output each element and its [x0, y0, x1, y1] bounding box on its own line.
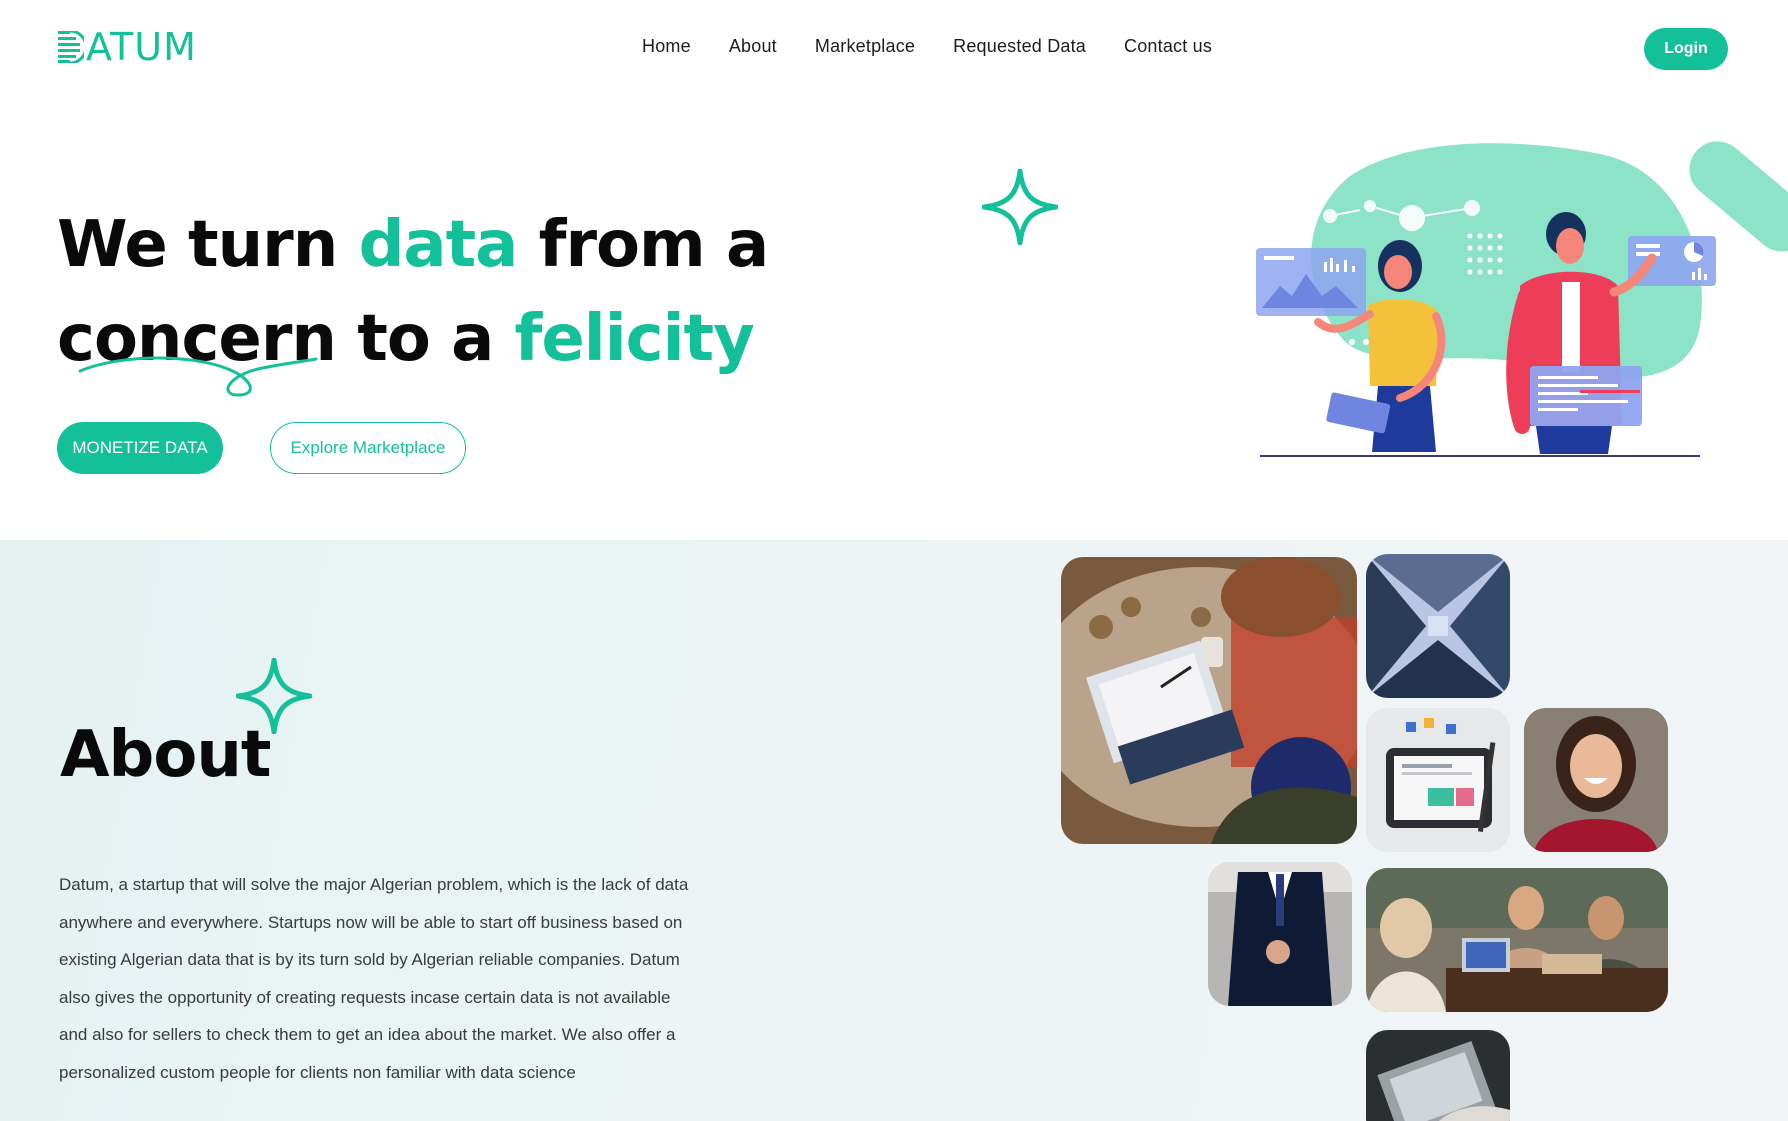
about-line: anywhere and everywhere. Startups now wi… [59, 912, 683, 932]
monetize-data-button[interactable]: MONETIZE DATA [57, 422, 223, 474]
photo-skyscrapers [1366, 554, 1510, 698]
nav-contact-us[interactable]: Contact us [1124, 36, 1212, 57]
nav-about[interactable]: About [729, 36, 777, 57]
about-section: About Datum, a startup that will solve t… [0, 540, 1788, 1121]
nav-marketplace[interactable]: Marketplace [815, 36, 915, 57]
nav-home[interactable]: Home [642, 36, 691, 57]
photo-laptop-hands [1366, 1030, 1510, 1121]
sparkle-star-icon [982, 169, 1058, 245]
about-line: existing Algerian data that is by its tu… [59, 950, 680, 970]
explore-marketplace-button[interactable]: Explore Marketplace [270, 422, 466, 474]
hero-title-text: We turn [57, 208, 359, 282]
logo-d-icon [58, 31, 84, 63]
hero-title-text: to a [335, 302, 515, 376]
hero-title-accent-felicity: felicity [514, 302, 755, 376]
hero-title-text: from a [517, 208, 770, 282]
site-header: ATUM Home About Marketplace Requested Da… [0, 0, 1788, 96]
scribble-underline [78, 356, 318, 397]
photo-tablet-drawing [1061, 557, 1357, 844]
photo-team-meeting [1366, 868, 1668, 1012]
hero-illustration [1256, 141, 1788, 457]
hero-title-line-1: We turn data from a [57, 198, 770, 292]
about-line: also gives the opportunity of creating r… [59, 987, 671, 1007]
logo[interactable]: ATUM [58, 27, 197, 67]
about-line: personalized custom people for clients n… [59, 1062, 576, 1082]
main-nav: Home About Marketplace Requested Data Co… [642, 36, 1212, 57]
about-description: Datum, a startup that will solve the maj… [59, 866, 749, 1092]
about-line: and also for sellers to check them to ge… [59, 1025, 676, 1045]
hero-title-accent-data: data [358, 208, 519, 282]
about-title: About [60, 718, 271, 792]
nav-requested-data[interactable]: Requested Data [953, 36, 1086, 57]
hero-section: We turn data from a concern to a felicit… [0, 96, 1788, 540]
photo-businessman-suit [1208, 862, 1352, 1006]
about-line: Datum, a startup that will solve the maj… [59, 875, 689, 894]
photo-smiling-woman [1524, 708, 1668, 852]
logo-text: ATUM [86, 25, 197, 69]
photo-tablet-desk [1366, 708, 1510, 852]
login-button[interactable]: Login [1644, 28, 1728, 70]
